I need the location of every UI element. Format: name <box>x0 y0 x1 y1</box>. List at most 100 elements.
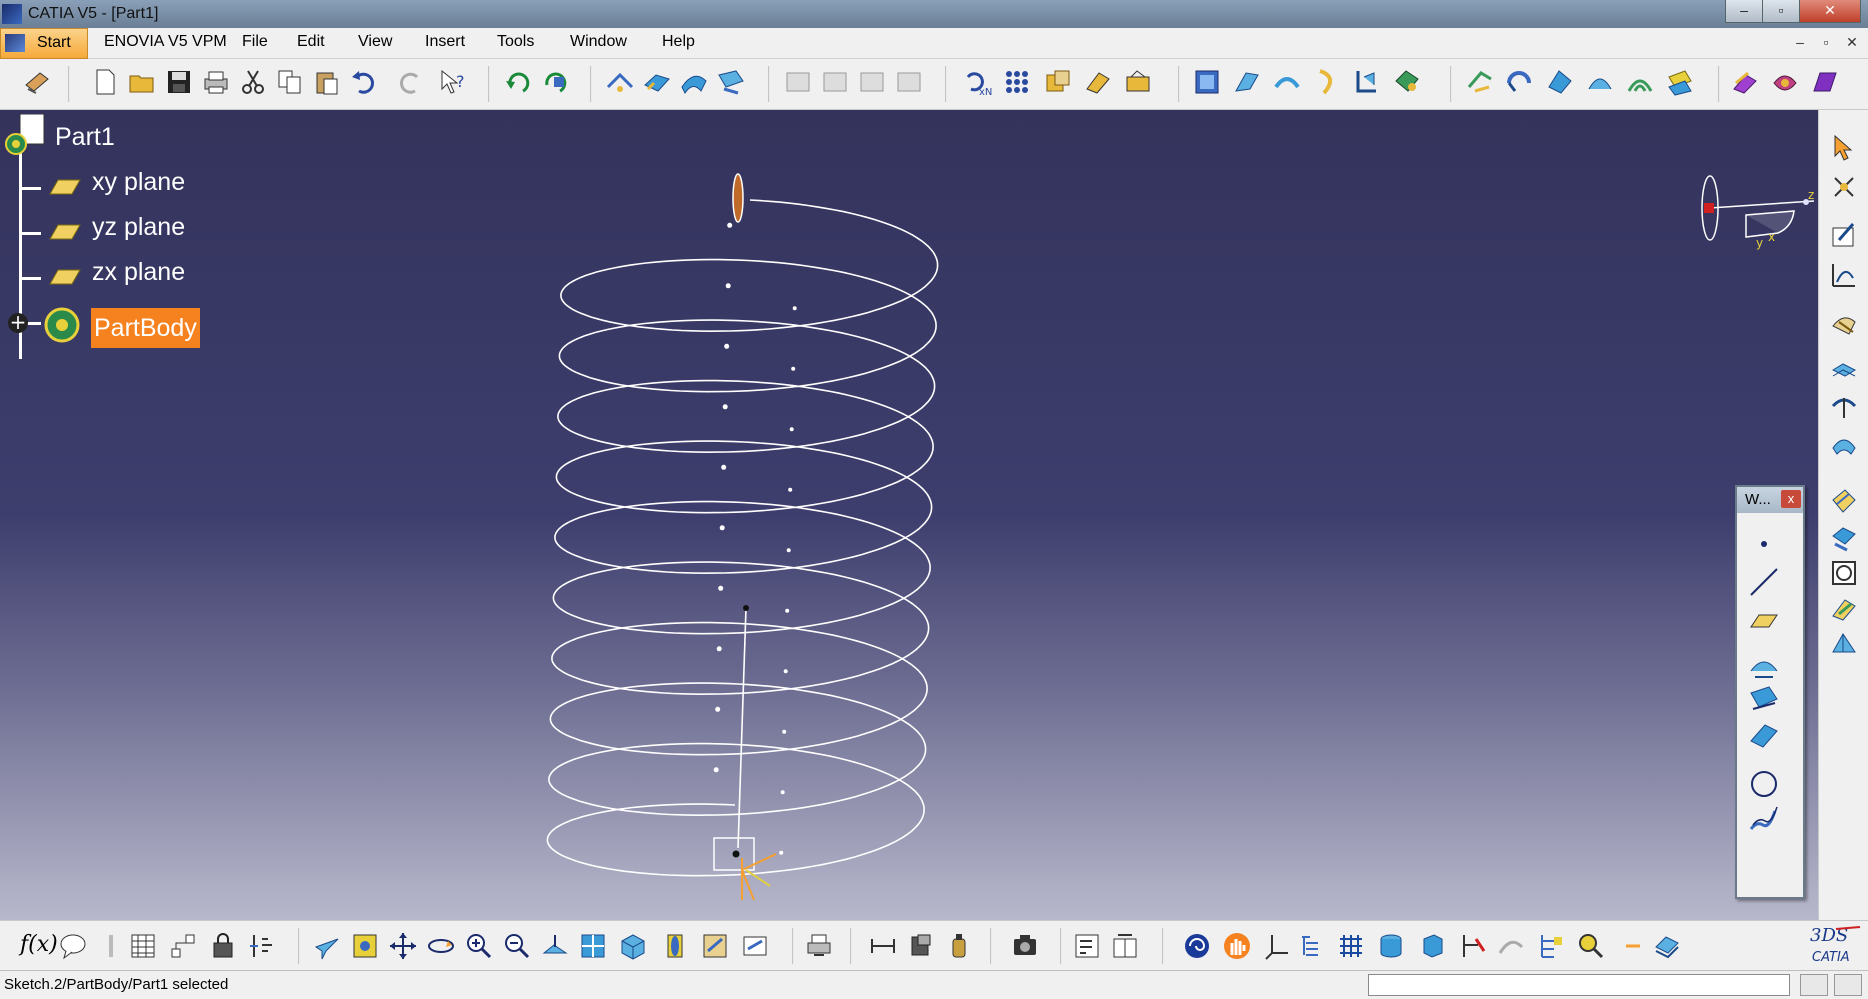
3d-viewport[interactable]: Part1 xy plane yz plane zx plane + PartB… <box>0 110 1818 920</box>
fill-icon[interactable] <box>1829 486 1859 516</box>
tree-item-yz-plane[interactable]: yz plane <box>92 213 185 242</box>
swap-visible-space-icon[interactable] <box>740 931 770 961</box>
doc-close-button[interactable]: ✕ <box>1842 32 1862 52</box>
search-icon[interactable] <box>1576 931 1606 961</box>
workbench-icon[interactable] <box>22 67 52 97</box>
zoom-out-icon[interactable] <box>502 931 532 961</box>
axis-top-point[interactable] <box>743 605 749 611</box>
iso-view-icon[interactable] <box>618 931 648 961</box>
translate-icon[interactable] <box>1505 67 1535 97</box>
point-tool-icon[interactable] <box>605 67 635 97</box>
new-file-icon[interactable] <box>90 67 120 97</box>
save-icon[interactable] <box>164 67 194 97</box>
table-icon[interactable] <box>128 931 158 961</box>
extract-icon[interactable] <box>1192 67 1222 97</box>
sphere-icon[interactable] <box>1829 428 1859 458</box>
bottle-icon[interactable] <box>944 931 974 961</box>
hide-show-icon[interactable] <box>700 931 730 961</box>
split-view-icon[interactable] <box>1110 931 1140 961</box>
menu-enovia[interactable]: ENOVIA V5 VPM <box>104 33 227 51</box>
grid-pattern-icon[interactable] <box>1002 67 1032 97</box>
menu-tools[interactable]: Tools <box>497 33 534 51</box>
lock-icon[interactable] <box>208 931 238 961</box>
analysis-3-icon[interactable] <box>1810 67 1840 97</box>
menu-window[interactable]: Window <box>570 33 627 51</box>
helix-geometry[interactable] <box>0 110 1818 920</box>
tree-item-part1[interactable]: Part1 <box>55 123 115 152</box>
origin-point[interactable] <box>732 850 740 858</box>
offset-curve-icon[interactable] <box>1747 719 1781 753</box>
plane-icon[interactable] <box>44 174 84 202</box>
thickness-icon[interactable] <box>1829 558 1859 588</box>
catalog-icon[interactable] <box>1083 67 1113 97</box>
revolve-icon[interactable] <box>1829 392 1859 422</box>
cut-icon[interactable] <box>238 67 268 97</box>
trim-icon[interactable] <box>1312 67 1342 97</box>
menu-help[interactable]: Help <box>662 33 695 51</box>
profile-sketch[interactable] <box>732 173 744 223</box>
line-icon[interactable] <box>1747 565 1781 599</box>
compass[interactable]: z y x <box>1696 175 1818 255</box>
hierarchy-icon[interactable] <box>1536 931 1566 961</box>
surface-from-curves-icon[interactable] <box>1829 594 1859 624</box>
tree-icon[interactable] <box>1298 931 1328 961</box>
tree-item-partbody[interactable]: PartBody <box>94 314 197 342</box>
doc-restore-button[interactable]: ▫ <box>1816 32 1836 52</box>
helix-curve[interactable] <box>546 199 939 877</box>
boundary-icon[interactable] <box>1352 67 1382 97</box>
tree-item-xy-plane[interactable]: xy plane <box>92 168 185 197</box>
sketcher-icon[interactable] <box>1829 172 1859 202</box>
symmetry-icon[interactable] <box>1585 67 1615 97</box>
sketch-tools-icon[interactable] <box>1829 308 1859 338</box>
undo-icon[interactable] <box>349 67 379 97</box>
print-icon[interactable] <box>201 67 231 97</box>
sketch-icon[interactable] <box>1829 220 1859 250</box>
doc-minimize-button[interactable]: – <box>1790 32 1810 52</box>
menu-file[interactable]: File <box>242 33 268 51</box>
fit-all-icon[interactable] <box>350 931 380 961</box>
knowledge-icon[interactable] <box>168 931 198 961</box>
extrude-icon[interactable] <box>1829 356 1859 386</box>
menu-edit[interactable]: Edit <box>297 33 325 51</box>
open-folder-icon[interactable] <box>127 67 157 97</box>
floating-toolbar-header[interactable]: W... x <box>1737 487 1803 513</box>
power-input-field[interactable] <box>1368 974 1790 996</box>
print-preview-icon[interactable] <box>804 931 834 961</box>
minus-icon[interactable] <box>1618 931 1648 961</box>
update-icon[interactable] <box>503 67 533 97</box>
power-input-button-1[interactable] <box>1800 974 1828 996</box>
draft-icon[interactable] <box>1829 630 1859 660</box>
helix-axis-line[interactable] <box>737 607 747 849</box>
multi-section-icon[interactable] <box>1829 522 1859 552</box>
pan-icon[interactable] <box>388 931 418 961</box>
analysis-1-icon[interactable] <box>1730 67 1760 97</box>
hand-icon[interactable] <box>1222 931 1252 961</box>
plane-icon[interactable] <box>44 264 84 292</box>
instantiate-icon[interactable] <box>1123 67 1153 97</box>
fillet-icon[interactable] <box>1465 67 1495 97</box>
close-window-button[interactable]: ✕ <box>1799 0 1861 23</box>
fly-mode-icon[interactable] <box>312 931 342 961</box>
blend-tool-icon[interactable] <box>716 67 746 97</box>
positioned-sketch-icon[interactable] <box>1829 260 1859 290</box>
manual-update-icon[interactable] <box>540 67 570 97</box>
plane-icon[interactable] <box>44 219 84 247</box>
comment-icon[interactable] <box>58 931 88 961</box>
join-icon[interactable] <box>1232 67 1262 97</box>
menu-start[interactable]: Start <box>0 28 88 59</box>
power-input-button-2[interactable] <box>1834 974 1862 996</box>
axis-system-icon[interactable] <box>1262 931 1292 961</box>
power-copy-icon[interactable] <box>1043 67 1073 97</box>
capture-icon[interactable] <box>1010 931 1040 961</box>
helix-icon[interactable] <box>1747 803 1781 837</box>
analysis-2-icon[interactable] <box>1770 67 1800 97</box>
part-icon[interactable] <box>2 114 46 158</box>
measure-icon[interactable] <box>248 931 278 961</box>
copy-icon[interactable] <box>275 67 305 97</box>
constraint-icon[interactable] <box>906 931 936 961</box>
isolate-icon[interactable] <box>1458 931 1488 961</box>
formula-icon[interactable]: f(x) <box>20 932 58 957</box>
cylinder-view-icon[interactable] <box>1376 931 1406 961</box>
whats-this-icon[interactable]: ? <box>438 67 468 97</box>
wireframe-floating-toolbar[interactable]: W... x <box>1735 485 1805 899</box>
